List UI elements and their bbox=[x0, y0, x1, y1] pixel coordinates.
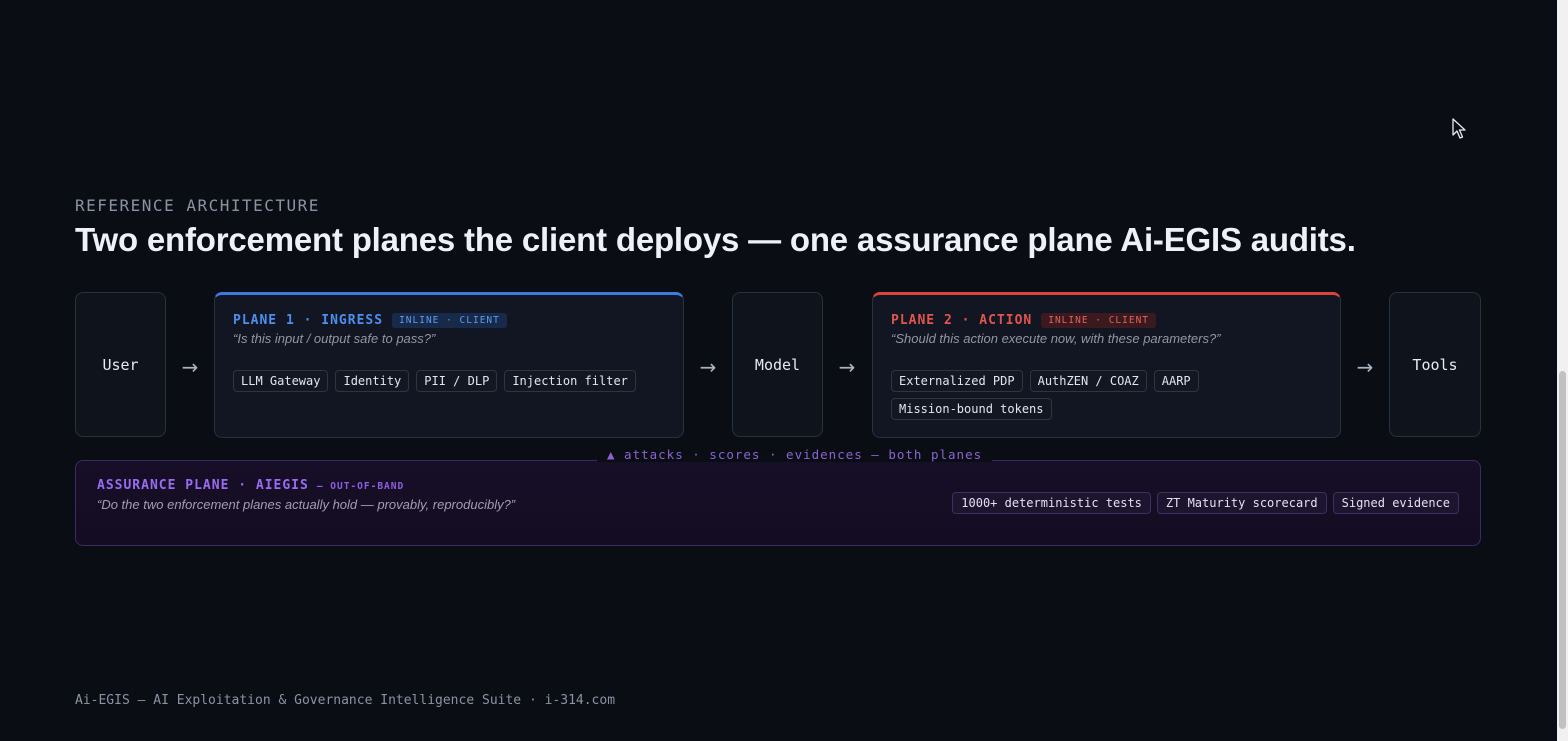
tools-node: Tools bbox=[1389, 292, 1481, 437]
chip-aarp: AARP bbox=[1153, 370, 1199, 392]
assurance-header: ASSURANCE PLANE · AIEGIS — OUT-OF-BAND bbox=[97, 478, 404, 493]
chip-externalized-pdp: Externalized PDP bbox=[891, 370, 1023, 392]
arrow-user-to-plane1: → bbox=[181, 355, 199, 379]
scrollbar[interactable] bbox=[1557, 0, 1568, 741]
arrow-plane2-to-tools: → bbox=[1356, 355, 1374, 379]
plane-1-title: PLANE 1 · INGRESS bbox=[233, 313, 384, 328]
plane-2-chips: Externalized PDP AuthZEN / COAZ AARP Mis… bbox=[891, 370, 1322, 420]
plane-2-badge: INLINE · CLIENT bbox=[1041, 313, 1157, 328]
chip-identity: Identity bbox=[335, 370, 410, 392]
assurance-tag: — OUT-OF-BAND bbox=[316, 481, 405, 492]
plane-1-question: “Is this input / output safe to pass?” bbox=[233, 331, 436, 346]
chip-pii-dlp: PII / DLP bbox=[416, 370, 498, 392]
chip-mission-bound-tokens: Mission-bound tokens bbox=[891, 398, 1052, 420]
plane-2-action: PLANE 2 · ACTION INLINE · CLIENT “Should… bbox=[872, 292, 1341, 438]
chip-deterministic-tests: 1000+ deterministic tests bbox=[952, 492, 1151, 514]
plane-1-badge: INLINE · CLIENT bbox=[392, 313, 507, 328]
assurance-question: “Do the two enforcement planes actually … bbox=[97, 497, 516, 512]
chip-injection-filter: Injection filter bbox=[504, 370, 636, 392]
arrow-plane1-to-model: → bbox=[699, 355, 717, 379]
page-title: Two enforcement planes the client deploy… bbox=[75, 221, 1356, 258]
eyebrow-label: REFERENCE ARCHITECTURE bbox=[75, 196, 320, 215]
assurance-plane: ASSURANCE PLANE · AIEGIS — OUT-OF-BAND “… bbox=[75, 460, 1481, 546]
plane-1-header: PLANE 1 · INGRESS INLINE · CLIENT bbox=[233, 313, 665, 328]
chip-zt-maturity-scorecard: ZT Maturity scorecard bbox=[1156, 492, 1327, 514]
model-node: Model bbox=[732, 292, 823, 437]
chip-llm-gateway: LLM Gateway bbox=[233, 370, 329, 392]
assurance-title: ASSURANCE PLANE · AIEGIS bbox=[97, 478, 309, 493]
user-node: User bbox=[75, 292, 166, 437]
chip-signed-evidence: Signed evidence bbox=[1332, 492, 1459, 514]
assurance-chips: 1000+ deterministic tests ZT Maturity sc… bbox=[952, 492, 1459, 514]
plane-1-chips: LLM Gateway Identity PII / DLP Injection… bbox=[233, 370, 665, 392]
assurance-caption: ▲ attacks · scores · evidences — both pl… bbox=[597, 447, 993, 462]
scrollbar-thumb[interactable] bbox=[1559, 371, 1566, 729]
plane-2-header: PLANE 2 · ACTION INLINE · CLIENT bbox=[891, 313, 1322, 328]
plane-1-ingress: PLANE 1 · INGRESS INLINE · CLIENT “Is th… bbox=[214, 292, 684, 438]
plane-2-title: PLANE 2 · ACTION bbox=[891, 313, 1033, 328]
footer-text: Ai-EGIS — AI Exploitation & Governance I… bbox=[75, 693, 616, 708]
chip-authzen-coaz: AuthZEN / COAZ bbox=[1029, 370, 1147, 392]
arrow-model-to-plane2: → bbox=[838, 355, 856, 379]
cursor-icon bbox=[1452, 118, 1466, 139]
plane-2-question: “Should this action execute now, with th… bbox=[891, 331, 1221, 346]
